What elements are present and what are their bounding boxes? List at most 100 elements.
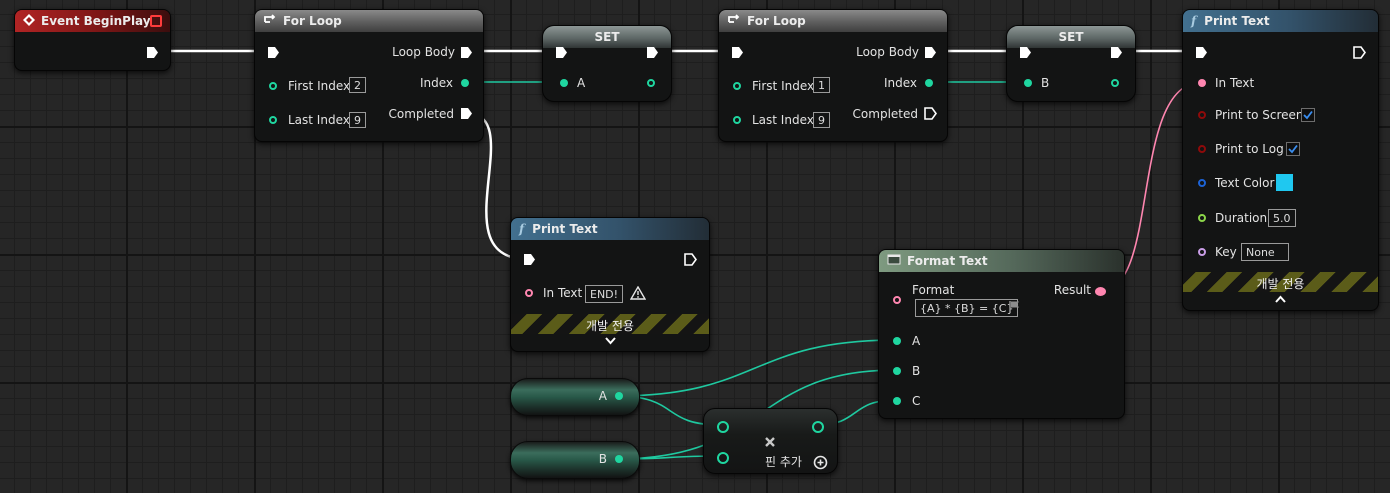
print-to-log-label: Print to Log — [1215, 142, 1284, 156]
print-to-screen-pin[interactable] — [1198, 111, 1206, 119]
add-pin-icon[interactable] — [813, 455, 828, 470]
key-input[interactable]: None — [1241, 243, 1289, 261]
format-text-node[interactable]: Format Text Format {A} * {B} = {C} Resul… — [878, 249, 1125, 419]
delegate-pin-icon[interactable] — [150, 15, 162, 27]
set-a-exec-in[interactable] — [555, 46, 568, 59]
warning-icon — [630, 286, 646, 300]
loop-body-exec-pin[interactable] — [460, 46, 473, 59]
event-diamond-icon — [23, 13, 35, 29]
set-b-exec-out[interactable] — [1110, 46, 1123, 59]
format-pin-c-label: C — [912, 394, 921, 408]
last-index-pin[interactable] — [269, 116, 277, 124]
set-b-title: SET — [1058, 30, 1084, 44]
flag-icon[interactable] — [1008, 300, 1021, 314]
key-pin[interactable] — [1198, 248, 1206, 256]
set-a-node[interactable]: SET A — [542, 25, 672, 102]
completed-exec-pin[interactable] — [460, 107, 473, 120]
mul-output-pin[interactable] — [812, 421, 824, 433]
first-index-input[interactable]: 1 — [813, 77, 830, 93]
in-text-pin-end[interactable] — [525, 289, 533, 297]
last-index-input[interactable]: 9 — [349, 112, 366, 128]
print-end-exec-out-empty[interactable] — [684, 253, 697, 266]
in-text-pin[interactable] — [1198, 79, 1206, 87]
print-exec-in[interactable] — [1195, 46, 1208, 59]
set-b-out-pin[interactable] — [1111, 79, 1119, 87]
first-index-pin[interactable] — [733, 82, 741, 90]
set-a-exec-out[interactable] — [646, 46, 659, 59]
dev-only-label-end: 개발 전용 — [586, 319, 634, 333]
get-b-variable-node[interactable]: B — [510, 441, 640, 479]
format-text-header[interactable]: Format Text — [879, 250, 1124, 272]
macro-icon — [727, 13, 741, 29]
print-exec-out-empty[interactable] — [1353, 46, 1366, 59]
result-pin[interactable] — [1095, 287, 1106, 296]
duration-label: Duration — [1215, 211, 1268, 225]
first-index-pin[interactable] — [269, 82, 277, 90]
first-index-input[interactable]: 2 — [349, 77, 366, 93]
event-beginplay-node[interactable]: Event BeginPlay — [14, 9, 171, 71]
duration-input[interactable]: 5.0 — [1268, 209, 1296, 227]
for-loop-header-1[interactable]: For Loop — [255, 10, 483, 32]
for-loop-node-2[interactable]: For Loop Loop Body First Index 1 Index L… — [718, 9, 948, 142]
print-end-exec-in[interactable] — [523, 253, 536, 266]
set-a-out-pin[interactable] — [647, 79, 655, 87]
completed-exec-pin-empty[interactable] — [924, 107, 937, 120]
print-to-log-checkbox[interactable] — [1286, 142, 1300, 156]
loop-body-label: Loop Body — [856, 45, 919, 59]
index-out-pin[interactable] — [925, 79, 933, 87]
exec-out-pin[interactable] — [146, 46, 159, 59]
set-a-value-pin[interactable] — [560, 79, 568, 87]
event-beginplay-title: Event BeginPlay — [41, 14, 151, 28]
set-b-header[interactable]: SET — [1007, 26, 1135, 48]
last-index-label: Last Index — [288, 113, 350, 127]
print-text-header-end[interactable]: f Print Text — [511, 218, 709, 240]
loop-body-label: Loop Body — [392, 45, 455, 59]
macro-icon — [263, 13, 277, 29]
print-text-node-end[interactable]: f Print Text In Text END! 개발 전용 — [510, 217, 710, 352]
text-color-swatch[interactable] — [1276, 174, 1293, 191]
format-pin-c[interactable] — [893, 397, 901, 405]
print-text-node-main[interactable]: f Print Text In Text Print to Screen Pri… — [1182, 9, 1379, 311]
print-text-header-main[interactable]: f Print Text — [1183, 10, 1378, 32]
format-pin-b[interactable] — [893, 367, 901, 375]
set-b-exec-in[interactable] — [1019, 46, 1032, 59]
for-loop-node-1[interactable]: For Loop Loop Body First Index 2 Index L… — [254, 9, 484, 142]
add-pin-label[interactable]: 핀 추가 — [765, 455, 802, 469]
print-to-log-pin[interactable] — [1198, 145, 1206, 153]
first-index-label: First Index — [752, 79, 815, 93]
print-text-title-main: Print Text — [1204, 14, 1270, 28]
exec-in-pin[interactable] — [267, 46, 280, 59]
mul-input-b-pin[interactable] — [717, 452, 729, 464]
format-pin[interactable] — [893, 296, 901, 304]
for-loop-header-2[interactable]: For Loop — [719, 10, 947, 32]
in-text-label-end: In Text — [543, 286, 583, 300]
exec-in-pin[interactable] — [731, 46, 744, 59]
set-b-node[interactable]: SET B — [1006, 25, 1136, 102]
get-a-variable-node[interactable]: A — [510, 378, 640, 416]
get-b-out-pin[interactable] — [615, 455, 623, 463]
multiply-node[interactable]: 핀 추가 — [703, 408, 838, 474]
last-index-pin[interactable] — [733, 116, 741, 124]
set-b-value-pin[interactable] — [1024, 79, 1032, 87]
format-pin-a[interactable] — [893, 337, 901, 345]
key-label: Key — [1215, 245, 1237, 259]
collapse-chevron-icon[interactable] — [1275, 295, 1286, 303]
in-text-input-end[interactable]: END! — [585, 285, 624, 303]
loop-body-exec-pin[interactable] — [924, 46, 937, 59]
last-index-input[interactable]: 9 — [813, 112, 830, 128]
get-a-out-pin[interactable] — [615, 392, 623, 400]
duration-pin[interactable] — [1198, 214, 1206, 222]
mul-input-a-pin[interactable] — [717, 421, 729, 433]
index-label: Index — [419, 76, 453, 90]
format-pin-a-label: A — [912, 334, 921, 348]
set-a-header[interactable]: SET — [543, 26, 671, 48]
print-to-screen-checkbox[interactable] — [1301, 108, 1315, 122]
format-input[interactable]: {A} * {B} = {C} — [915, 299, 1019, 317]
event-beginplay-header[interactable]: Event BeginPlay — [15, 10, 170, 32]
text-color-pin[interactable] — [1198, 179, 1206, 187]
format-text-title: Format Text — [907, 254, 988, 268]
expand-chevron-icon[interactable] — [605, 337, 616, 345]
index-out-pin[interactable] — [461, 79, 469, 87]
for-loop-title-2: For Loop — [747, 14, 806, 28]
pure-function-icon — [887, 254, 901, 268]
